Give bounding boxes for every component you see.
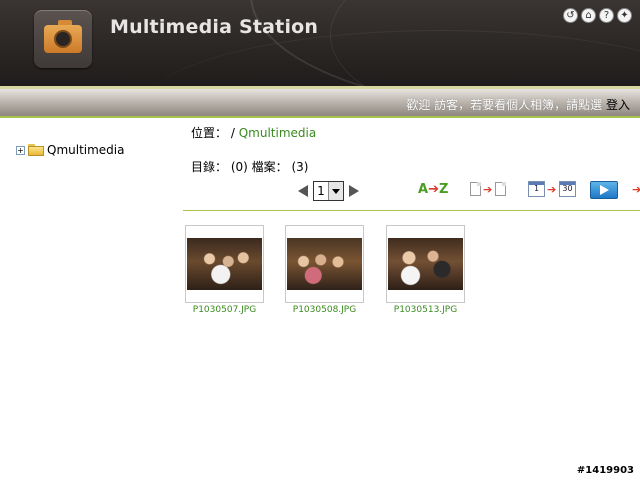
view-toolbar: A➔Z ➔ 1 ➔ 30 ➔	[418, 181, 640, 201]
app-title: Multimedia Station	[110, 16, 319, 38]
thumbnail-frame[interactable]	[285, 225, 364, 303]
cal-start: 1	[533, 184, 540, 193]
cal-end: 30	[562, 184, 573, 193]
pager: 1	[298, 181, 359, 201]
camera-lens-icon	[54, 30, 72, 48]
sort-az-arrow: ➔	[428, 182, 439, 197]
back-icon[interactable]: ↺	[563, 8, 578, 23]
divider	[183, 210, 640, 211]
arrow-right-icon[interactable]: ➔	[632, 184, 640, 195]
thumbnail-filename[interactable]: P1030513.JPG	[386, 305, 465, 315]
file-icon	[470, 182, 481, 196]
folder-tree: + Qmultimedia	[16, 143, 125, 157]
sort-by-size-button[interactable]: ➔	[470, 181, 510, 201]
login-link[interactable]: 登入	[606, 98, 630, 112]
file-icon	[495, 182, 506, 196]
header: Multimedia Station ↺ ⌂ ? ✦	[0, 0, 640, 86]
thumbnail-item[interactable]: P1030508.JPG	[285, 225, 364, 315]
thumbnail-frame[interactable]	[386, 225, 465, 303]
location-label: 位置：	[191, 126, 228, 140]
location-separator: /	[230, 126, 235, 140]
welcome-text: 歡迎 訪客，若要看個人相簿，請點選	[406, 98, 606, 112]
item-counts: 目錄： (0) 檔案： (3)	[191, 160, 309, 174]
app-logo	[34, 10, 92, 68]
home-icon[interactable]: ⌂	[581, 8, 596, 23]
welcome-message: 歡迎 訪客，若要看個人相簿，請點選 登入	[406, 96, 630, 113]
next-page-icon[interactable]	[349, 185, 359, 197]
sort-az-right: Z	[438, 182, 449, 197]
settings-icon[interactable]: ✦	[617, 8, 632, 23]
thumbnail-item[interactable]: P1030507.JPG	[185, 225, 264, 315]
page-select-value: 1	[317, 184, 325, 198]
help-icon[interactable]: ?	[599, 8, 614, 23]
header-decoration	[140, 30, 640, 86]
thumbnail-filename[interactable]: P1030508.JPG	[285, 305, 364, 315]
chevron-down-icon[interactable]	[328, 182, 343, 200]
prev-page-icon[interactable]	[298, 185, 308, 197]
sort-az-left: A	[418, 182, 429, 197]
welcome-bar: 歡迎 訪客，若要看個人相簿，請點選 登入	[0, 86, 640, 118]
folder-icon	[28, 144, 44, 156]
calendar-icon: 30	[559, 181, 576, 197]
header-icon-bar: ↺ ⌂ ? ✦	[563, 8, 632, 23]
arrow-right-icon: ➔	[547, 183, 557, 196]
photo-thumbnail[interactable]	[388, 238, 463, 290]
thumbnail-filename[interactable]: P1030507.JPG	[185, 305, 264, 315]
watermark-id: #1419903	[576, 465, 634, 476]
calendar-icon: 1	[528, 181, 545, 197]
sort-by-date-button[interactable]: 1 ➔ 30	[528, 181, 580, 201]
tree-item-qmultimedia[interactable]: Qmultimedia	[47, 143, 125, 157]
thumbnail-item[interactable]: P1030513.JPG	[386, 225, 465, 315]
location-path-link[interactable]: Qmultimedia	[239, 126, 317, 140]
arrow-right-icon: ➔	[483, 183, 493, 196]
photo-thumbnail[interactable]	[287, 238, 362, 290]
page: Multimedia Station ↺ ⌂ ? ✦ 歡迎 訪客，若要看個人相簿…	[0, 0, 640, 480]
slideshow-play-button[interactable]	[590, 181, 618, 199]
page-select[interactable]: 1	[313, 181, 344, 201]
thumbnail-frame[interactable]	[185, 225, 264, 303]
sort-by-name-button[interactable]: A➔Z	[418, 181, 448, 201]
expand-icon[interactable]: +	[16, 145, 25, 155]
photo-thumbnail[interactable]	[187, 238, 262, 290]
location-breadcrumb: 位置： / Qmultimedia	[191, 124, 316, 141]
